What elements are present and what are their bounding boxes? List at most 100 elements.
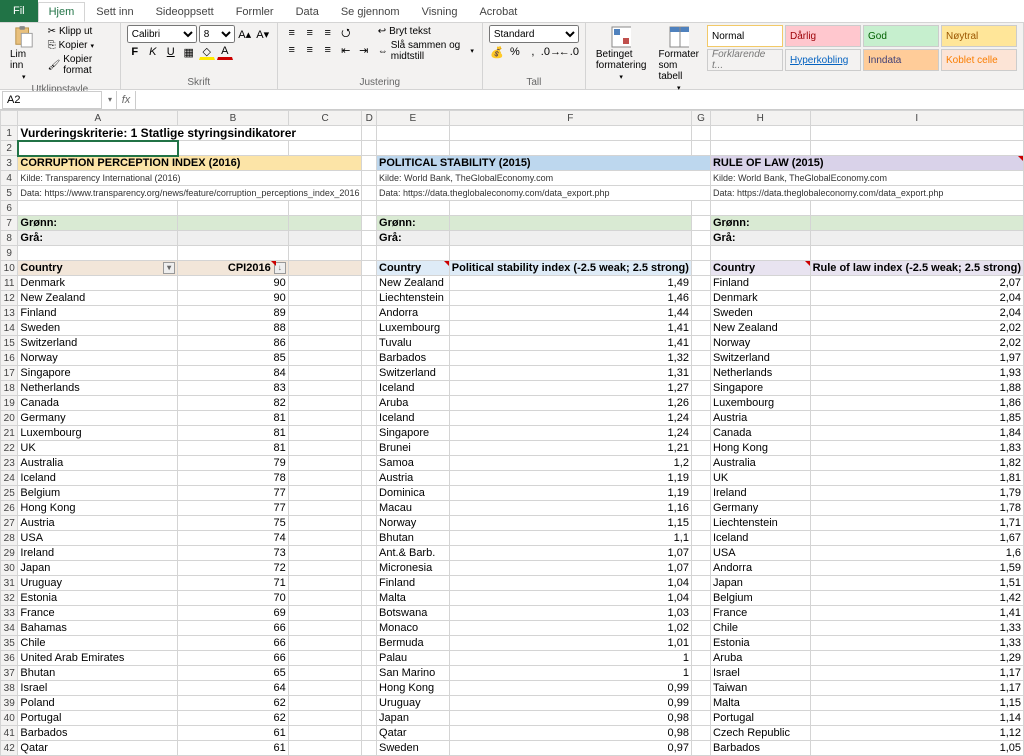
section1-grey[interactable]: Grå: xyxy=(18,231,178,246)
cell[interactable]: 1,84 xyxy=(810,426,1023,441)
row-header[interactable]: 10 xyxy=(1,261,18,276)
cell[interactable]: France xyxy=(710,606,810,621)
cell[interactable]: 1,15 xyxy=(449,516,691,531)
cell[interactable] xyxy=(362,366,377,381)
cell[interactable] xyxy=(362,516,377,531)
cell[interactable]: Sweden xyxy=(710,306,810,321)
cell[interactable]: Bhutan xyxy=(377,531,450,546)
cell[interactable]: 1,16 xyxy=(449,501,691,516)
chevron-down-icon[interactable]: ▾ xyxy=(104,95,116,104)
cell[interactable]: Singapore xyxy=(710,381,810,396)
cell[interactable] xyxy=(691,381,710,396)
row-header[interactable]: 31 xyxy=(1,576,18,591)
cell[interactable]: Luxembourg xyxy=(377,321,450,336)
align-middle-button[interactable]: ≡ xyxy=(302,25,318,41)
cell[interactable]: 90 xyxy=(178,276,289,291)
cell[interactable] xyxy=(362,306,377,321)
cell[interactable]: 61 xyxy=(178,726,289,741)
cell[interactable] xyxy=(691,561,710,576)
cell[interactable] xyxy=(362,531,377,546)
tab-review[interactable]: Se gjennom xyxy=(330,2,411,22)
number-format-select[interactable]: Standard xyxy=(489,25,579,43)
col-header-H[interactable]: H xyxy=(710,111,810,126)
cell[interactable] xyxy=(288,651,362,666)
percent-button[interactable]: % xyxy=(507,44,523,60)
cell[interactable]: Norway xyxy=(18,351,178,366)
cell[interactable]: 1,01 xyxy=(449,636,691,651)
cell[interactable]: Estonia xyxy=(710,636,810,651)
cell[interactable]: New Zealand xyxy=(18,291,178,306)
cell[interactable] xyxy=(362,336,377,351)
cell[interactable]: 1,67 xyxy=(810,531,1023,546)
cell[interactable]: 1,41 xyxy=(449,336,691,351)
section3-green[interactable]: Grønn: xyxy=(710,216,810,231)
cell[interactable]: Monaco xyxy=(377,621,450,636)
cell[interactable] xyxy=(691,351,710,366)
cell[interactable]: Barbados xyxy=(377,351,450,366)
underline-button[interactable]: U xyxy=(163,44,179,60)
cell[interactable] xyxy=(691,396,710,411)
cell[interactable]: 83 xyxy=(178,381,289,396)
cell[interactable] xyxy=(362,621,377,636)
cell[interactable]: Bermuda xyxy=(377,636,450,651)
cell[interactable]: Aruba xyxy=(710,651,810,666)
section2-grey[interactable]: Grå: xyxy=(377,231,450,246)
cell[interactable]: 1,24 xyxy=(449,411,691,426)
cell[interactable]: 1,49 xyxy=(449,276,691,291)
cell[interactable] xyxy=(691,546,710,561)
cell[interactable]: 61 xyxy=(178,741,289,756)
cell[interactable]: Bahamas xyxy=(18,621,178,636)
increase-font-button[interactable]: A▴ xyxy=(237,26,253,42)
cell[interactable] xyxy=(691,336,710,351)
cell[interactable]: 1,15 xyxy=(810,696,1023,711)
cell[interactable]: Barbados xyxy=(710,741,810,756)
cell[interactable]: 0,97 xyxy=(449,741,691,756)
row-header[interactable]: 28 xyxy=(1,531,18,546)
cell[interactable] xyxy=(691,711,710,726)
col-header-I[interactable]: I xyxy=(810,111,1023,126)
cell[interactable]: Finland xyxy=(377,576,450,591)
orientation-button[interactable]: ⭯ xyxy=(338,25,354,41)
section1-header[interactable]: CORRUPTION PERCEPTION INDEX (2016) xyxy=(18,156,362,171)
cell[interactable] xyxy=(362,471,377,486)
cell[interactable]: 0,98 xyxy=(449,726,691,741)
cell[interactable]: 1 xyxy=(449,666,691,681)
row-header[interactable]: 20 xyxy=(1,411,18,426)
tab-insert[interactable]: Sett inn xyxy=(85,2,144,22)
cell[interactable]: 1,26 xyxy=(449,396,691,411)
cell[interactable]: 1,86 xyxy=(810,396,1023,411)
row-header[interactable]: 6 xyxy=(1,201,18,216)
cell[interactable]: 1,78 xyxy=(810,501,1023,516)
cell[interactable]: Brunei xyxy=(377,441,450,456)
cell[interactable] xyxy=(288,696,362,711)
cell[interactable]: 77 xyxy=(178,486,289,501)
section2-source[interactable]: Kilde: World Bank, TheGlobalEconomy.com xyxy=(377,171,711,186)
cell[interactable] xyxy=(288,741,362,756)
cell[interactable]: 1 xyxy=(449,651,691,666)
cell[interactable] xyxy=(362,561,377,576)
wrap-text-button[interactable]: ↩ Bryt tekst xyxy=(376,25,476,38)
cell[interactable] xyxy=(288,471,362,486)
cell[interactable]: 1,19 xyxy=(449,471,691,486)
cell[interactable] xyxy=(362,351,377,366)
cell[interactable] xyxy=(362,666,377,681)
align-center-button[interactable]: ≡ xyxy=(302,42,318,58)
cell[interactable]: New Zealand xyxy=(710,321,810,336)
cell[interactable] xyxy=(691,666,710,681)
cell[interactable] xyxy=(691,516,710,531)
cell[interactable] xyxy=(288,621,362,636)
cell[interactable]: 1,27 xyxy=(449,381,691,396)
cell[interactable] xyxy=(691,531,710,546)
font-size-select[interactable]: 8 xyxy=(199,25,235,43)
cell[interactable]: UK xyxy=(710,471,810,486)
cell[interactable] xyxy=(288,666,362,681)
format-as-table-button[interactable]: Formater som tabell ▾ xyxy=(654,25,703,94)
cell[interactable]: Botswana xyxy=(377,606,450,621)
row-header[interactable]: 37 xyxy=(1,666,18,681)
cell[interactable]: San Marino xyxy=(377,666,450,681)
style-normal[interactable]: Normal xyxy=(707,25,783,47)
cell[interactable]: Andorra xyxy=(710,561,810,576)
section3-source[interactable]: Kilde: World Bank, TheGlobalEconomy.com xyxy=(710,171,1023,186)
copy-button[interactable]: ⎘ Kopier ▾ xyxy=(46,39,114,52)
cell[interactable]: Israel xyxy=(18,681,178,696)
